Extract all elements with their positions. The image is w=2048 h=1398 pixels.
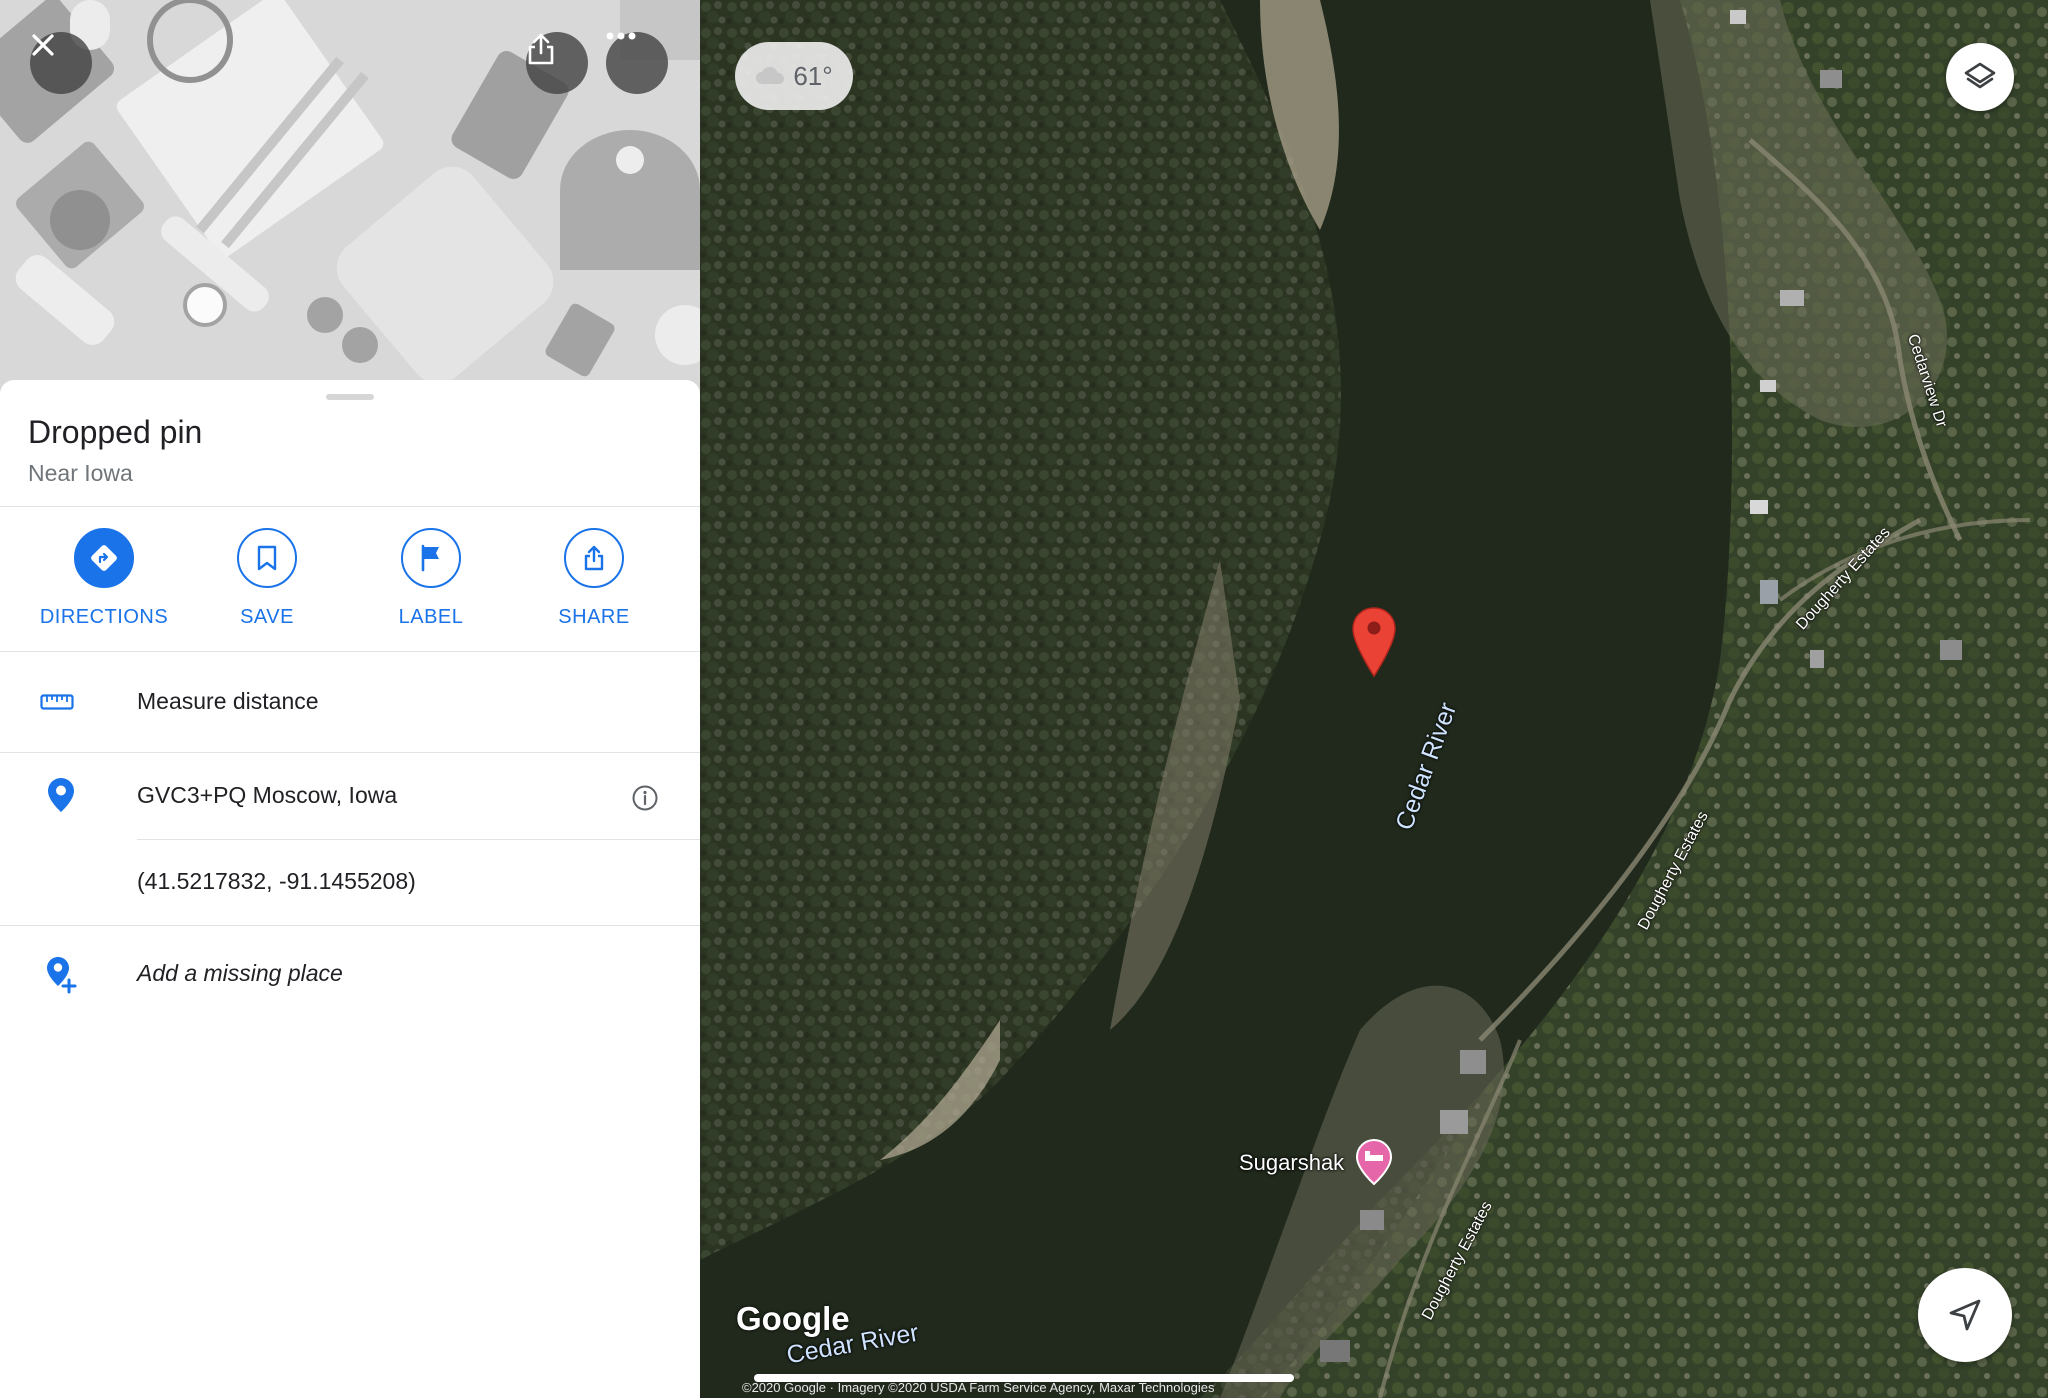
coordinates-row[interactable]: (41.5217832, -91.1455208)	[0, 840, 700, 925]
map-copyright: ©2020 Google · Imagery ©2020 USDA Farm S…	[742, 1380, 1215, 1395]
hotel-marker-icon[interactable]	[1355, 1138, 1393, 1186]
my-location-button[interactable]	[1918, 1268, 2012, 1362]
place-subtitle: Near Iowa	[28, 460, 133, 486]
share-icon	[528, 33, 554, 65]
temperature: 61°	[793, 60, 833, 91]
plus-code-row[interactable]: GVC3+PQ Moscow, Iowa	[0, 753, 700, 839]
more-button[interactable]	[606, 32, 668, 94]
plus-code-text: GVC3+PQ Moscow, Iowa	[137, 782, 398, 808]
flag-icon	[421, 544, 439, 572]
location-pin-icon	[48, 778, 74, 812]
info-icon[interactable]	[631, 784, 659, 812]
label-label: LABEL	[398, 606, 464, 628]
divider	[0, 506, 700, 507]
more-icon	[606, 32, 636, 40]
place-title: Dropped pin	[28, 414, 203, 450]
share-circle	[564, 528, 624, 588]
directions-circle	[74, 528, 134, 588]
close-button[interactable]	[30, 32, 92, 94]
place-panel: Dropped pin Near Iowa DIRECTIONS SAVE LA…	[0, 0, 700, 1398]
label-circle	[401, 528, 461, 588]
add-place-icon	[47, 957, 77, 994]
save-button[interactable]: SAVE	[187, 528, 347, 629]
share-button[interactable]	[526, 32, 588, 94]
coordinates-text: (41.5217832, -91.1455208)	[137, 868, 416, 894]
share-label: SHARE	[558, 606, 630, 628]
directions-button[interactable]: DIRECTIONS	[24, 528, 184, 629]
save-label: SAVE	[240, 606, 294, 628]
navigation-arrow-icon	[1949, 1299, 1981, 1331]
ruler-icon	[40, 694, 74, 710]
google-logo: Google	[736, 1300, 850, 1337]
close-icon	[32, 34, 54, 56]
dropped-pin-marker[interactable]	[1350, 606, 1398, 678]
hero-image	[0, 0, 700, 395]
weather-chip[interactable]: 61°	[735, 42, 853, 110]
satellite-map[interactable]: 61° Cedar River Cedar River Sugarshak Ce…	[700, 0, 2048, 1398]
share-icon	[584, 545, 604, 571]
layers-button[interactable]	[1946, 43, 2014, 111]
cloud-icon	[756, 67, 785, 84]
share-place-button[interactable]: SHARE	[514, 528, 674, 629]
measure-distance-label: Measure distance	[137, 688, 319, 714]
layers-icon	[1964, 62, 1996, 89]
directions-icon	[91, 545, 117, 571]
add-missing-place-label: Add a missing place	[137, 960, 343, 986]
save-circle	[237, 528, 297, 588]
label-button[interactable]: LABEL	[351, 528, 511, 629]
satellite-imagery	[700, 0, 2048, 1398]
poi-label[interactable]: Sugarshak	[1239, 1150, 1344, 1176]
sheet-grabber[interactable]	[326, 394, 374, 400]
directions-label: DIRECTIONS	[39, 606, 169, 628]
add-missing-place-row[interactable]: Add a missing place	[0, 926, 700, 1022]
bookmark-icon	[257, 545, 277, 571]
place-sheet: Dropped pin Near Iowa DIRECTIONS SAVE LA…	[0, 380, 700, 1398]
measure-distance-row[interactable]: Measure distance	[0, 652, 700, 752]
hero-illustration	[0, 0, 700, 395]
